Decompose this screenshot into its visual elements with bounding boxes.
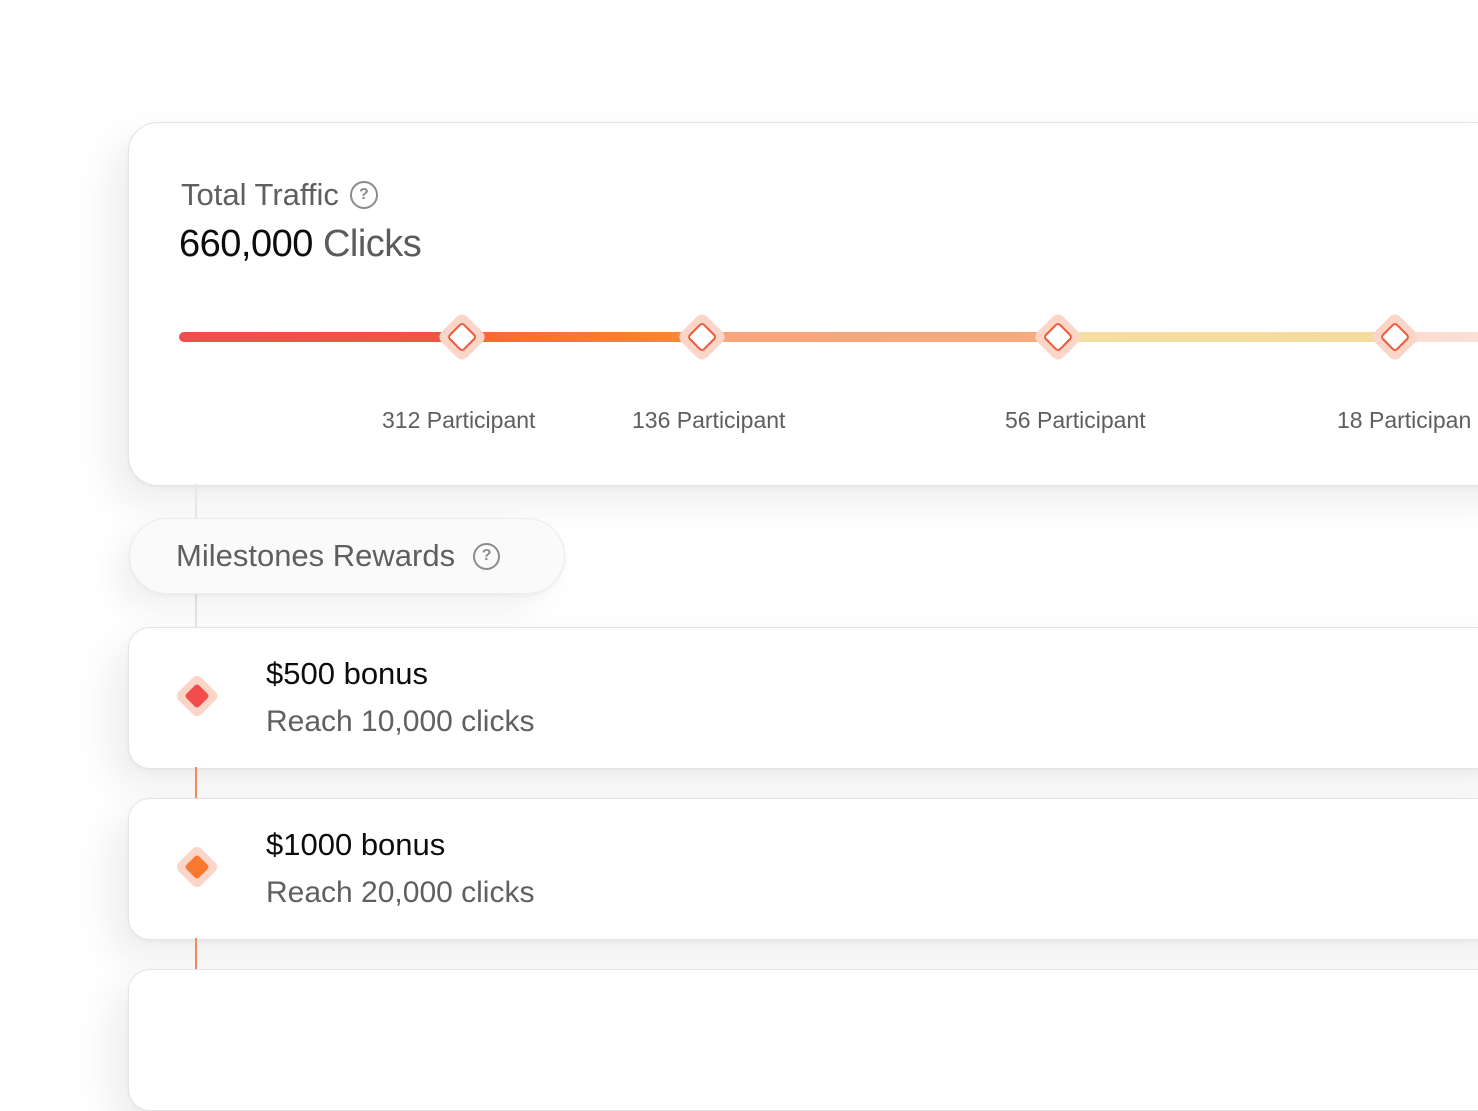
reward-card[interactable]: $1000 bonus Reach 20,000 clicks [128, 798, 1478, 940]
total-traffic-title: Total Traffic [181, 177, 339, 212]
participant-count-label: 56 Participant [1005, 407, 1146, 433]
question-circle-icon[interactable]: ? [473, 542, 501, 570]
total-traffic-card: Total Traffic ? 660,000 Clicks 312 Parti… [128, 122, 1478, 486]
progress-segment [709, 332, 1064, 342]
participant-count-label: 312 Participant [382, 407, 536, 433]
reward-title: $500 bonus [266, 656, 429, 691]
timeline-connector [195, 767, 197, 799]
timeline-connector [195, 938, 197, 970]
progress-segment [179, 332, 469, 342]
reward-card[interactable]: $500 bonus Reach 10,000 clicks [128, 627, 1478, 769]
participant-count-label: 136 Participant [632, 407, 786, 433]
milestone-marker[interactable] [1369, 311, 1421, 363]
total-traffic-heading: Total Traffic ? [181, 177, 378, 213]
milestones-rewards-title: Milestones Rewards [176, 538, 456, 573]
progress-segment [469, 332, 709, 342]
reward-card[interactable] [128, 969, 1478, 1111]
milestone-marker[interactable] [676, 311, 728, 363]
reward-requirement: Reach 10,000 clicks [266, 705, 535, 738]
traffic-unit: Clicks [322, 223, 422, 265]
milestone-marker[interactable] [1032, 311, 1084, 363]
reward-requirement: Reach 20,000 clicks [266, 876, 535, 909]
progress-segment [1064, 332, 1404, 342]
reward-title: $1000 bonus [266, 827, 446, 862]
participant-count-label: 18 Participan [1337, 407, 1472, 433]
milestones-rewards-header: Milestones Rewards ? [129, 518, 565, 594]
milestone-marker[interactable] [436, 311, 488, 363]
traffic-count: 660,000 [179, 223, 313, 265]
question-circle-icon[interactable]: ? [349, 181, 378, 209]
total-traffic-value: 660,000 Clicks [179, 223, 422, 266]
